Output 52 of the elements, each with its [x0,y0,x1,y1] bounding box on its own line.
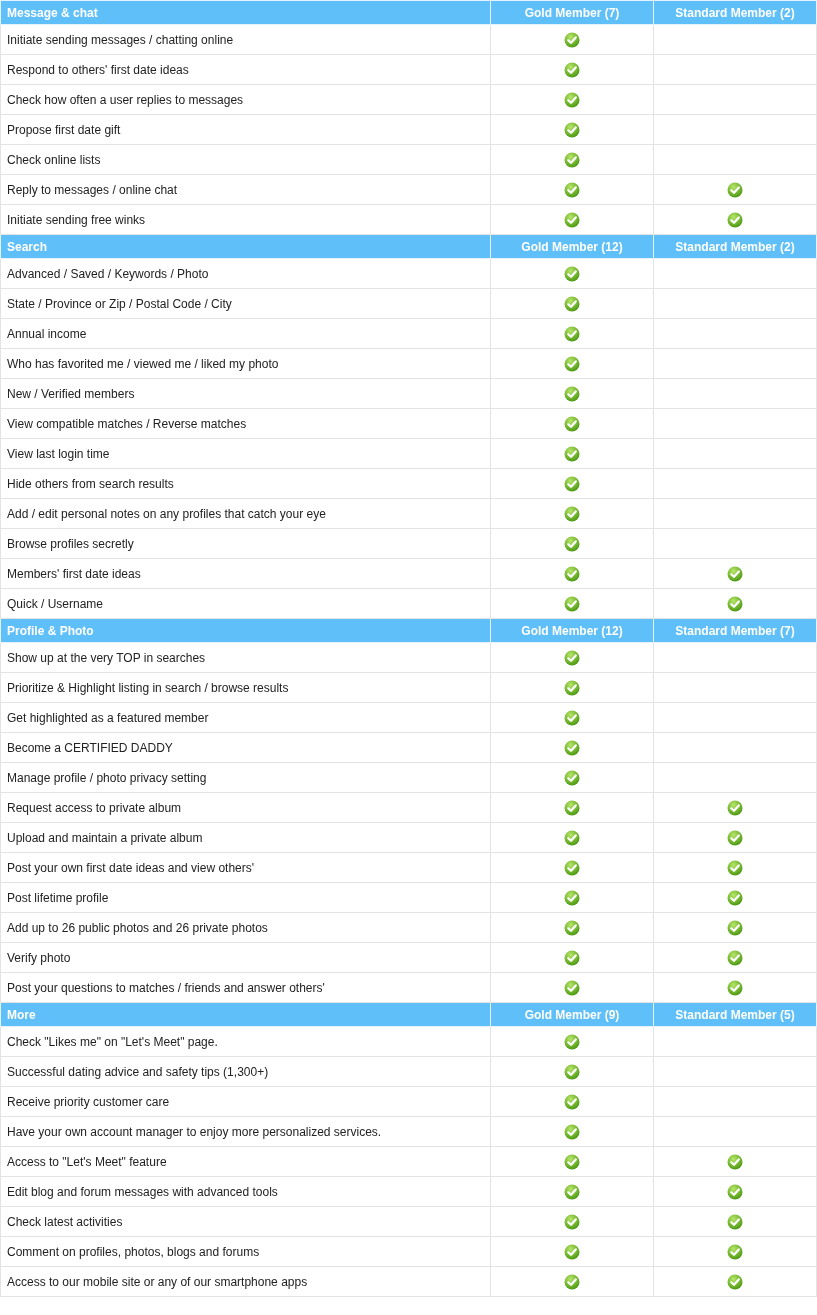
feature-label: Access to "Let's Meet" feature [0,1146,491,1177]
feature-label: Verify photo [0,942,491,973]
feature-label: Edit blog and forum messages with advanced tools [0,1176,491,1207]
feature-label: Add / edit personal notes on any profiles that catch your eye [0,498,491,529]
feature-label: Comment on profiles, photos, blogs and forums [0,1236,491,1267]
feature-label: View compatible matches / Reverse matches [0,408,491,439]
section-title: Profile & Photo [0,618,491,643]
feature-label: Members' first date ideas [0,558,491,589]
feature-label: Prioritize & Highlight listing in search / browse results [0,672,491,703]
column-header: Gold Member (12) [490,234,654,259]
feature-label: Initiate sending messages / chatting online [0,24,491,55]
feature-label: Who has favorited me / viewed me / liked my photo [0,348,491,379]
feature-label: Advanced / Saved / Keywords / Photo [0,258,491,289]
feature-label: Post your own first date ideas and view others' [0,852,491,883]
feature-label: Check latest activities [0,1206,491,1237]
feature-label: View last login time [0,438,491,469]
feature-label: Manage profile / photo privacy setting [0,762,491,793]
feature-label: Propose first date gift [0,114,491,145]
feature-label: Become a CERTIFIED DADDY [0,732,491,763]
feature-label: Respond to others' first date ideas [0,54,491,85]
feature-label: Browse profiles secretly [0,528,491,559]
feature-label: Show up at the very TOP in searches [0,642,491,673]
feature-label: Add up to 26 public photos and 26 private photos [0,912,491,943]
feature-label: Quick / Username [0,588,491,619]
feature-label: Annual income [0,318,491,349]
feature-label: Have your own account manager to enjoy more personalized services. [0,1116,491,1147]
feature-label: Hide others from search results [0,468,491,499]
column-header: Standard Member (2) [653,234,817,259]
feature-label: Post your questions to matches / friends and answer others' [0,972,491,1003]
feature-label: State / Province or Zip / Postal Code / City [0,288,491,319]
feature-label: New / Verified members [0,378,491,409]
feature-label: Receive priority customer care [0,1086,491,1117]
feature-label: Check online lists [0,144,491,175]
feature-label: Reply to messages / online chat [0,174,491,205]
column-header: Standard Member (2) [653,0,817,25]
feature-label: Upload and maintain a private album [0,822,491,853]
feature-label: Access to our mobile site or any of our smartphone apps [0,1266,491,1297]
feature-label: Initiate sending free winks [0,204,491,235]
column-header: Gold Member (7) [490,0,654,25]
column-header: Standard Member (7) [653,618,817,643]
feature-label: Get highlighted as a featured member [0,702,491,733]
section-title: Search [0,234,491,259]
column-header: Standard Member (5) [653,1002,817,1027]
section-title: Message & chat [0,0,491,25]
feature-label: Request access to private album [0,792,491,823]
column-header: Gold Member (12) [490,618,654,643]
section-title: More [0,1002,491,1027]
feature-label: Check how often a user replies to messages [0,84,491,115]
feature-label: Successful dating advice and safety tips (1,300+) [0,1056,491,1087]
feature-label: Check "Likes me" on "Let's Meet" page. [0,1026,491,1057]
column-header: Gold Member (9) [490,1002,654,1027]
feature-label: Post lifetime profile [0,882,491,913]
